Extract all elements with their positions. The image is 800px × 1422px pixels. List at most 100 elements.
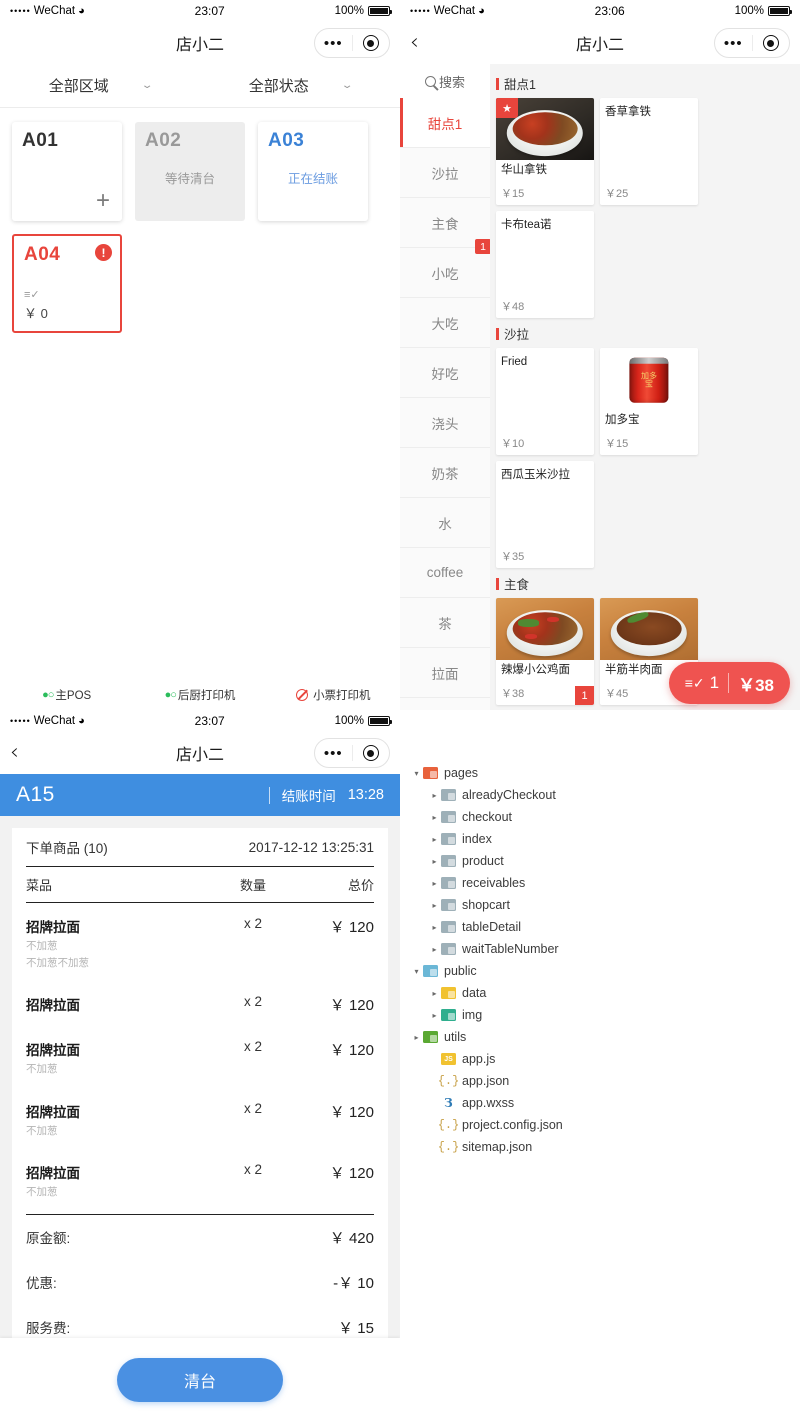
product-meta: 华山拿铁 [496, 160, 594, 177]
tree-node-app-js[interactable]: JS app.js [410, 1048, 800, 1070]
offline-indicator-icon [296, 689, 309, 701]
product-card[interactable]: 卡布tea诺 ￥48 [496, 211, 594, 318]
device-status-bar: ●○ 主POS ●○ 后厨打印机 小票打印机 [0, 680, 400, 710]
folder-icon [441, 877, 456, 889]
tree-node-project-config[interactable]: {.} project.config.json [410, 1114, 800, 1136]
tree-node-img[interactable]: ▸ img [410, 1004, 800, 1026]
item-total: ￥ 120 [329, 919, 374, 936]
sidebar-item-coffee[interactable]: coffee [400, 548, 490, 598]
chevron-right-icon[interactable]: ▸ [428, 923, 441, 932]
tree-node-alreadycheckout[interactable]: ▸ alreadyCheckout [410, 784, 800, 806]
carrier-label: WeChat [33, 715, 76, 727]
category-sidebar[interactable]: 搜索 甜点1 沙拉 主食 1 小吃 大吃 好吃 浇头 奶茶 水 coffee 茶… [400, 64, 490, 710]
bill-footer: 清台 [0, 1338, 400, 1422]
sidebar-item-dessert1[interactable]: 甜点1 [400, 98, 490, 148]
signal-dots-icon: ••••• [410, 6, 431, 16]
chevron-right-icon[interactable]: ▸ [428, 813, 441, 822]
close-target-icon[interactable] [353, 745, 390, 761]
more-icon[interactable]: ••• [315, 745, 352, 762]
chevron-right-icon[interactable]: ▸ [428, 945, 441, 954]
product-image: ★ [496, 98, 594, 160]
category-label: 拉面 [431, 666, 459, 682]
tree-node-waittablenumber[interactable]: ▸ waitTableNumber [410, 938, 800, 960]
sidebar-item-topping[interactable]: 浇头 [400, 398, 490, 448]
status-bar-carrier: ••••• WeChat ◕ [10, 5, 85, 17]
filter-area[interactable]: 全部区域 ⌄ [0, 75, 200, 96]
bill-table-name: A15 [16, 783, 55, 806]
product-card[interactable]: Fried ￥10 [496, 348, 594, 455]
chevron-right-icon[interactable]: ▸ [410, 1033, 423, 1042]
wechat-capsule[interactable]: ••• [314, 738, 390, 768]
item-total: ￥ 120 [329, 1103, 374, 1121]
filter-status[interactable]: 全部状态 ⌄ [200, 75, 400, 96]
chevron-right-icon[interactable]: ▸ [428, 835, 441, 844]
battery-icon [368, 6, 392, 16]
product-card[interactable]: 加多宝 加多宝 ￥15 [600, 348, 698, 455]
tree-node-tabledetail[interactable]: ▸ tableDetail [410, 916, 800, 938]
search-button[interactable]: 搜索 [400, 64, 490, 98]
tree-node-product[interactable]: ▸ product [410, 850, 800, 872]
add-order-icon[interactable]: + [96, 189, 110, 213]
sidebar-item-salad[interactable]: 沙拉 [400, 148, 490, 198]
cart-button[interactable]: ≡✓ 1 ￥38 [668, 662, 790, 704]
table-card[interactable]: A04 ! ≡✓ ￥ 0 [12, 234, 122, 333]
back-icon[interactable]: ‹ [410, 32, 440, 54]
tree-node-sitemap[interactable]: {.} sitemap.json [410, 1136, 800, 1158]
table-card[interactable]: A01 + [12, 122, 122, 221]
tree-node-shopcart[interactable]: ▸ shopcart [410, 894, 800, 916]
item-qty: x 2 [243, 1100, 262, 1116]
sidebar-item-snack[interactable]: 小吃 [400, 248, 490, 298]
wechat-capsule[interactable]: ••• [314, 28, 390, 58]
section-title: 沙拉 [504, 328, 530, 342]
chevron-right-icon[interactable]: ▸ [428, 791, 441, 800]
sidebar-item-milktea[interactable]: 奶茶 [400, 448, 490, 498]
tree-node-app-json[interactable]: {.} app.json [410, 1070, 800, 1092]
sidebar-item-staple[interactable]: 主食 1 [400, 198, 490, 254]
tree-node-data[interactable]: ▸ data [410, 982, 800, 1004]
chevron-down-icon[interactable]: ▾ [410, 967, 423, 976]
item-note: 不加葱 [26, 1185, 58, 1198]
close-target-icon[interactable] [753, 35, 790, 51]
wechat-capsule[interactable]: ••• [714, 28, 790, 58]
chevron-right-icon[interactable]: ▸ [428, 989, 441, 998]
tree-label: project.config.json [462, 1118, 563, 1132]
tree-node-utils[interactable]: ▸ utils [410, 1026, 800, 1048]
more-icon[interactable]: ••• [715, 35, 752, 52]
file-tree: ▾ pages ▸ alreadyCheckout ▸ checkout ▸ i… [400, 710, 800, 1158]
chevron-right-icon[interactable]: ▸ [428, 901, 441, 910]
item-qty: x 2 [243, 916, 262, 931]
tree-label: utils [444, 1030, 467, 1044]
tree-node-app-wxss[interactable]: З app.wxss [410, 1092, 800, 1114]
more-icon[interactable]: ••• [315, 35, 352, 52]
tree-node-pages[interactable]: ▾ pages [410, 762, 800, 784]
tree-node-receivables[interactable]: ▸ receivables [410, 872, 800, 894]
product-card[interactable]: 西瓜玉米沙拉 ￥35 [496, 461, 594, 568]
sidebar-item-tasty[interactable]: 好吃 [400, 348, 490, 398]
back-icon[interactable]: ‹ [10, 742, 40, 764]
product-card[interactable]: ★ 华山拿铁 ￥15 [496, 98, 594, 205]
sidebar-item-ramen[interactable]: 拉面 [400, 648, 490, 698]
sidebar-item-tea[interactable]: 茶 [400, 598, 490, 648]
tree-node-checkout[interactable]: ▸ checkout [410, 806, 800, 828]
tree-node-public[interactable]: ▾ public [410, 960, 800, 982]
section-accent-bar [496, 77, 499, 90]
chevron-right-icon[interactable]: ▸ [428, 1011, 441, 1020]
clear-table-button[interactable]: 清台 [117, 1358, 283, 1402]
sidebar-item-water[interactable]: 水 [400, 498, 490, 548]
product-price: ￥10 [501, 438, 525, 450]
column-header-total: 总价 [347, 878, 374, 893]
status-bar-carrier: ••••• WeChat ◕ [10, 715, 85, 727]
tree-label: waitTableNumber [462, 942, 559, 956]
sidebar-item-bigeat[interactable]: 大吃 [400, 298, 490, 348]
table-card[interactable]: A02 等待清台 [135, 122, 245, 221]
chevron-right-icon[interactable]: ▸ [428, 857, 441, 866]
close-target-icon[interactable] [353, 35, 390, 51]
product-card[interactable]: 辣爆小公鸡面 ￥38 1 [496, 598, 594, 705]
chevron-down-icon[interactable]: ▾ [410, 769, 423, 778]
product-price: ￥25 [605, 188, 629, 200]
chevron-right-icon[interactable]: ▸ [428, 879, 441, 888]
product-card[interactable]: 香草拿铁 ￥25 [600, 98, 698, 205]
tree-node-index[interactable]: ▸ index [410, 828, 800, 850]
table-card[interactable]: A03 正在结账 [258, 122, 368, 221]
product-name: 加多宝 [605, 414, 640, 426]
